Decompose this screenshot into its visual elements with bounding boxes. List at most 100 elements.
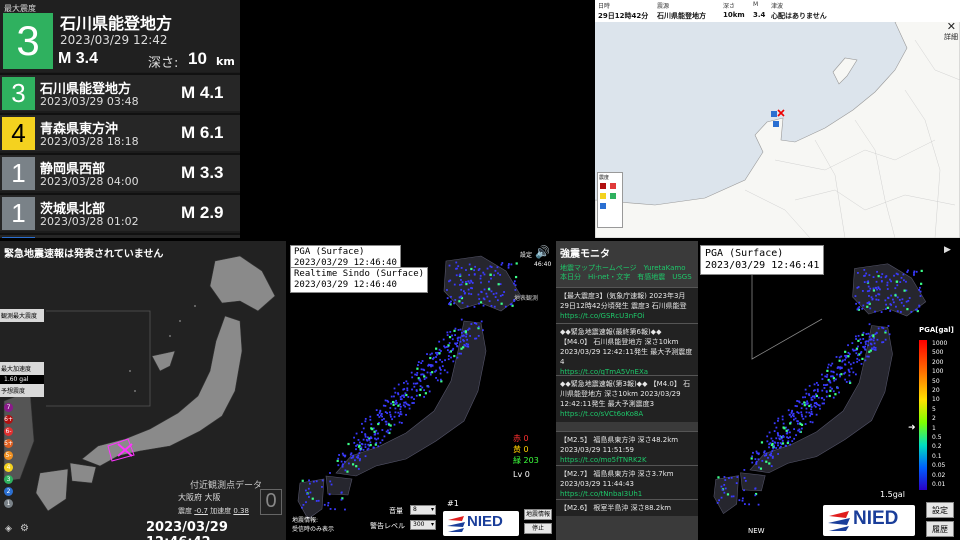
history-datetime: 2023/03/28 01:02 bbox=[40, 215, 139, 228]
depth-heading: 深さ bbox=[723, 3, 736, 10]
stop-button[interactable]: 停止 bbox=[524, 523, 552, 534]
legend-title: 震度 bbox=[599, 175, 610, 181]
nied-logo: NIED bbox=[443, 511, 519, 536]
speaker-icon[interactable]: 🔊 bbox=[535, 245, 550, 259]
history-intensity-badge: 3 bbox=[2, 77, 35, 110]
sindo-info-box: Realtime Sindo (Surface) 2023/03/29 12:4… bbox=[290, 267, 429, 293]
latest-quake-card[interactable]: 最大震度 3 石川県能登地方 2023/03/29 12:42 M 3.4 深さ… bbox=[0, 0, 240, 72]
eew-clock: 2023/03/29 12:46:42 bbox=[146, 520, 228, 540]
legend-swatch bbox=[600, 193, 606, 199]
nied-logo-text: NIED bbox=[467, 513, 503, 530]
latest-datetime: 2023/03/29 12:42 bbox=[60, 33, 168, 47]
quake-history-row[interactable]: 1 茨城県北部 2023/03/28 01:02 M 2.9 bbox=[0, 193, 240, 231]
alarm-value: 300 bbox=[413, 521, 425, 528]
history-magnitude: M 3.3 bbox=[181, 163, 224, 182]
tweet-item[interactable]: 【M2.6】 根室半島沖 深さ88.2km bbox=[556, 499, 698, 516]
volume-select[interactable]: 8 ▾ bbox=[410, 505, 436, 515]
settings-button[interactable]: 設定 bbox=[926, 502, 954, 518]
quake-history-row[interactable]: 4 青森県東方沖 2023/03/28 18:18 M 6.1 bbox=[0, 113, 240, 151]
colorbar-unit: PGA[gal] bbox=[919, 326, 954, 334]
quake-history-row[interactable]: 3 石川県能登地方 2023/03/29 03:48 M 4.1 bbox=[0, 73, 240, 111]
forecast-scale-dot: 4 bbox=[4, 463, 13, 472]
colorbar-tick-label: 5 bbox=[932, 405, 936, 413]
quake-info-button[interactable]: 地震情報 bbox=[524, 509, 552, 520]
tweet-link[interactable]: https://t.co/mo5fTNRK2K bbox=[560, 455, 694, 465]
legend-swatch bbox=[600, 203, 606, 209]
forecast-label: 予想震度 bbox=[0, 384, 44, 397]
history-magnitude: M 4.1 bbox=[181, 83, 224, 102]
tweet-link[interactable]: https://t.co/GSRcU3nFOi bbox=[560, 311, 694, 321]
detail-button[interactable]: 詳細 bbox=[944, 32, 958, 42]
history-datetime: 2023/03/28 18:18 bbox=[40, 135, 139, 148]
tweet-text: 【M2.5】 福島県東方沖 深さ48.2km 2023/03/29 11:51:… bbox=[560, 436, 679, 454]
tweet-text: ◆◆緊急地震速報(最終第6報)◆◆ 【M4.0】 石川県能登地方 深さ10km … bbox=[560, 328, 693, 366]
colorbar-tick-label: 1 bbox=[932, 424, 936, 432]
nied-logo-mark bbox=[447, 516, 465, 532]
colorbar-tick-label: 10 bbox=[932, 396, 940, 404]
tweet-item[interactable]: ◆◆緊急地震速報(第3報)◆◆ 【M4.0】 石川県能登地方 深さ10km 20… bbox=[556, 375, 698, 422]
shindo-label: 震度 bbox=[178, 507, 192, 515]
latest-depth-unit: km bbox=[216, 55, 235, 68]
view-number: #1 bbox=[447, 499, 459, 508]
history-intensity-badge: 1 bbox=[2, 197, 35, 230]
nearby-place: 大阪府 大阪 bbox=[178, 493, 221, 502]
pga-info-box-right: PGA (Surface) 2023/03/29 12:46:41 bbox=[700, 245, 825, 275]
sindo-box-title: Realtime Sindo (Surface) bbox=[294, 269, 425, 279]
epicenter-map[interactable] bbox=[595, 0, 960, 238]
level-marker-icon: ➜ bbox=[908, 423, 916, 433]
colorbar-tick-label: 200 bbox=[932, 358, 944, 366]
history-intensity-badge: 4 bbox=[2, 117, 35, 150]
forecast-scale-dot: 1 bbox=[4, 499, 13, 508]
tweet-link[interactable]: https://t.co/tNnbaI3Uh1 bbox=[560, 489, 694, 499]
magnitude-heading: M bbox=[753, 1, 759, 8]
epicenter-heading: 震源 bbox=[657, 3, 670, 10]
forecast-scale-dot: 3 bbox=[4, 475, 13, 484]
epicenter-value: 石川県能登地方 bbox=[657, 12, 706, 20]
feed-links[interactable]: 地震マップホームページ YuretaKamo 本日分 Hi-net・文字 有感地… bbox=[556, 262, 698, 284]
time-heading: 日時 bbox=[598, 3, 611, 10]
depth-value: 10km bbox=[723, 11, 745, 19]
alarm-label: 警告レベル bbox=[370, 522, 405, 530]
current-pga-value: 1.5gal bbox=[880, 490, 905, 499]
tweet-text: 【M2.7】 福島県東方沖 深さ3.7km 2023/03/29 11:44:4… bbox=[560, 470, 674, 488]
history-button[interactable]: 履歴 bbox=[926, 521, 954, 537]
location-pin-icon[interactable]: ◈ bbox=[5, 524, 12, 534]
forecast-scale-dot: 5- bbox=[4, 451, 13, 460]
tweet-item[interactable]: 【M2.5】 福島県東方沖 深さ48.2km 2023/03/29 11:51:… bbox=[556, 431, 698, 468]
colorbar-tick-label: 0.5 bbox=[932, 434, 942, 441]
surface-obs-label: 地表観測 bbox=[514, 295, 539, 302]
settings-label[interactable]: 設定 bbox=[520, 250, 532, 259]
tweet-item[interactable]: 【最大震度3】(気象庁速報) 2023年3月29日12時42分頃発生 震度3 石… bbox=[556, 287, 698, 324]
colorbar-tick-label: 0.05 bbox=[932, 462, 946, 470]
forecast-scale-dot: 6- bbox=[4, 427, 13, 436]
colorbar-tick-label: 2 bbox=[932, 415, 936, 423]
colorbar-tick-label: 0.1 bbox=[932, 452, 942, 460]
forecast-scale-dot: 5+ bbox=[4, 439, 13, 448]
tweet-text: 【M2.6】 根室半島沖 深さ88.2km bbox=[560, 504, 672, 512]
intensity-legend: 震度 bbox=[597, 172, 623, 228]
latest-magnitude: M 3.4 bbox=[58, 50, 99, 67]
quake-history-row[interactable]: 1 静岡県西部 2023/03/28 04:00 M 3.3 bbox=[0, 153, 240, 191]
history-intensity-badge: 1 bbox=[2, 157, 35, 190]
colorbar-tick-label: 0.02 bbox=[932, 471, 946, 479]
tweet-item[interactable]: 【M2.7】 福島県東方沖 深さ3.7km 2023/03/29 11:44:4… bbox=[556, 465, 698, 502]
history-magnitude: M 2.9 bbox=[181, 203, 224, 222]
tweet-item[interactable]: ◆◆緊急地震速報(最終第6報)◆◆ 【M4.0】 石川県能登地方 深さ10km … bbox=[556, 323, 698, 380]
latest-depth-value: 10 bbox=[188, 49, 207, 68]
tweet-link[interactable]: https://t.co/sVCt6oKo8A bbox=[560, 409, 694, 419]
colorbar-tick-label: 500 bbox=[932, 349, 944, 357]
tweet-text: 【最大震度3】(気象庁速報) 2023年3月29日12時42分頃発生 震度3 石… bbox=[560, 292, 687, 310]
epicenter-map-panel[interactable]: 日時 29日12時42分 震源 石川県能登地方 深さ 10km M 3.4 津波… bbox=[595, 0, 960, 238]
gear-icon[interactable]: ⚙ bbox=[20, 523, 29, 534]
tweet-text: ◆◆緊急地震速報(第3報)◆◆ 【M4.0】 石川県能登地方 深さ10km 20… bbox=[560, 380, 691, 408]
latest-location: 石川県能登地方 bbox=[60, 14, 173, 33]
quake-history-row[interactable]: 2福島県沖 bbox=[0, 233, 240, 238]
eew-map-panel: 緊急地震速報は発表されていません 観測最大震度 最大加速度 1.60 gal 予… bbox=[0, 241, 286, 540]
quake-info-bar: 日時 29日12時42分 震源 石川県能登地方 深さ 10km M 3.4 津波… bbox=[595, 0, 960, 22]
alarm-select[interactable]: 300 ▾ bbox=[410, 520, 436, 530]
nearby-label: 付近観測点データ bbox=[190, 481, 263, 491]
play-icon[interactable]: ▶ bbox=[944, 245, 951, 255]
new-label: NEW bbox=[748, 527, 765, 535]
colorbar-tick-label: 20 bbox=[932, 387, 940, 394]
nearby-intensity-digit: 0 bbox=[260, 489, 282, 515]
